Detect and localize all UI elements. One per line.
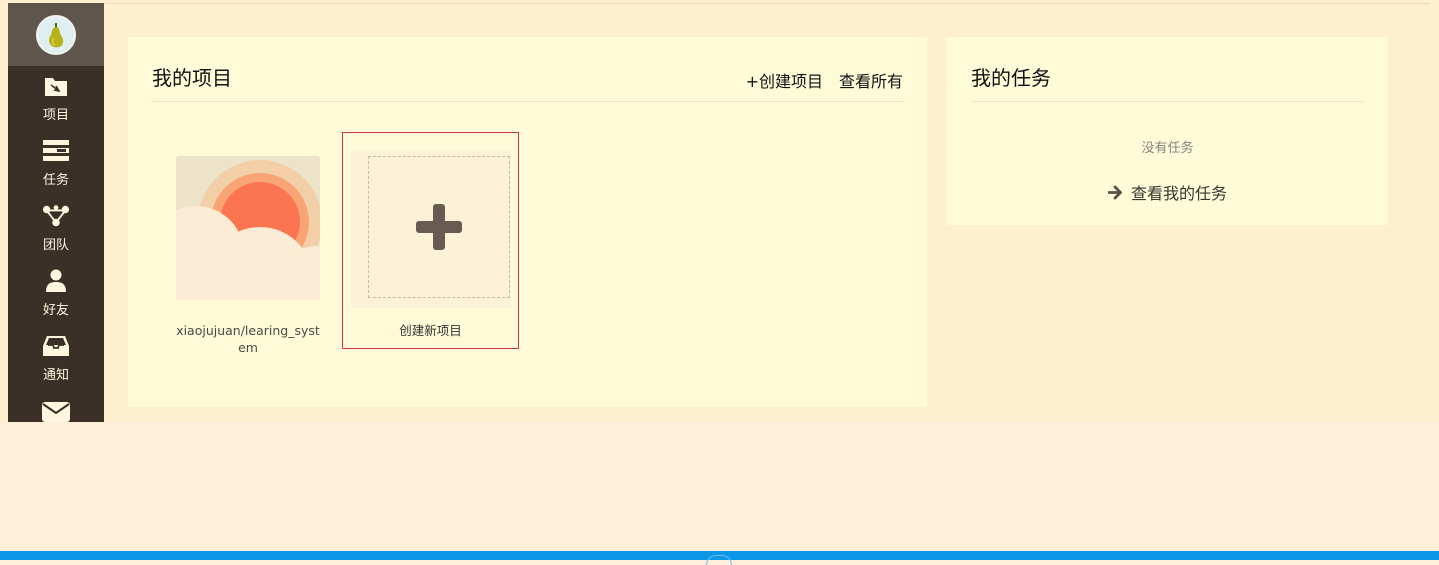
user-icon (42, 269, 70, 293)
folder-icon (42, 74, 70, 98)
sidebar-item-label: 项目 (42, 108, 69, 123)
tasks-header: 我的任务 (971, 61, 1364, 102)
avatar[interactable] (36, 14, 76, 55)
project-name[interactable]: xiaojujuan/learing_system (176, 322, 320, 356)
project-card[interactable]: xiaojujuan/learing_system (176, 156, 320, 356)
avatar-container (8, 3, 104, 66)
projects-panel: 我的项目 +创建项目 查看所有 xiaojujuan/learing_syste… (128, 37, 927, 407)
tasks-title: 我的任务 (971, 66, 1051, 90)
tasks-panel: 我的任务 没有任务 查看我的任务 (947, 37, 1388, 225)
projects-header-links: +创建项目 查看所有 (746, 68, 903, 92)
projects-header: 我的项目 +创建项目 查看所有 (152, 61, 903, 102)
create-project-dropzone[interactable] (368, 156, 510, 298)
sidebar: 项目 任务 团队 好友 通知 (8, 3, 104, 422)
envelope-icon (42, 399, 70, 422)
team-icon (42, 204, 70, 228)
top-divider (104, 3, 1430, 4)
empty-tasks-text: 没有任务 (1141, 141, 1194, 156)
tasks-icon (42, 139, 70, 163)
sidebar-item-label: 通知 (42, 368, 69, 383)
bottom-bar (0, 551, 1439, 565)
sidebar-item-notifications[interactable]: 通知 (8, 326, 104, 391)
sidebar-item-friends[interactable]: 好友 (8, 261, 104, 326)
sun-cloud-icon (176, 156, 320, 300)
create-project-label: 创建新项目 (399, 323, 462, 338)
create-project-tile (351, 150, 511, 308)
scroll-indicator[interactable] (706, 555, 732, 565)
projects-title: 我的项目 (152, 66, 232, 90)
sidebar-item-label: 团队 (42, 238, 69, 253)
inbox-icon (42, 334, 70, 358)
view-my-tasks-link[interactable]: 查看我的任务 (947, 180, 1388, 204)
view-my-tasks-label: 查看我的任务 (1130, 184, 1227, 203)
sidebar-item-messages[interactable] (8, 391, 104, 422)
sidebar-item-label: 任务 (42, 173, 69, 188)
sidebar-item-label: 好友 (42, 303, 69, 318)
view-all-projects-link[interactable]: 查看所有 (839, 68, 903, 92)
plus-icon (416, 204, 462, 250)
pear-icon (49, 22, 64, 47)
create-project-link[interactable]: +创建项目 (746, 68, 823, 92)
app-frame: 项目 任务 团队 好友 通知 我的项目 +创建项目 查看所有 xiaojujua… (0, 0, 1439, 422)
project-thumbnail[interactable] (176, 156, 320, 300)
create-project-card[interactable]: 创建新项目 (342, 132, 519, 349)
sidebar-item-team[interactable]: 团队 (8, 196, 104, 261)
arrow-right-icon (1107, 185, 1122, 199)
sidebar-item-projects[interactable]: 项目 (8, 66, 104, 131)
sidebar-item-tasks[interactable]: 任务 (8, 131, 104, 196)
